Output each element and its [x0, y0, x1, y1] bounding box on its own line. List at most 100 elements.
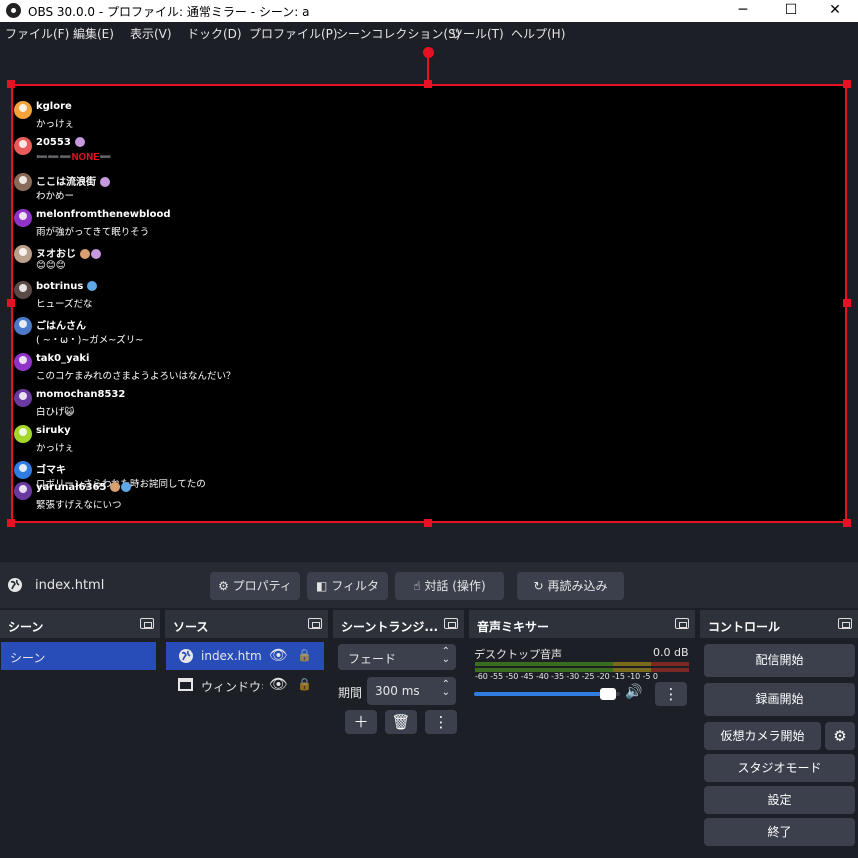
- settings-button[interactable]: 設定: [704, 786, 855, 814]
- scene-transitions-dock: シーントランジ... フェード ⌃ ⌄ 期間 300 ms ⌃ ⌄ ＋ 🗑 ⋮: [333, 610, 464, 858]
- close-button[interactable]: ✕: [812, 0, 858, 22]
- menu-file[interactable]: ファイル(F): [5, 25, 69, 42]
- resize-handle-bottom-left[interactable]: [7, 519, 15, 527]
- rotation-handle[interactable]: [423, 47, 434, 58]
- selection-bounding-box[interactable]: [11, 84, 847, 523]
- duration-value: 300 ms: [375, 684, 420, 698]
- audio-channel-name: デスクトップ音声: [474, 648, 562, 661]
- eye-visibility-icon[interactable]: 👁: [269, 646, 288, 664]
- dock-title: シーントランジ...: [341, 620, 439, 634]
- duration-label: 期間: [338, 686, 363, 700]
- source-item[interactable]: ウィンドウキ 👁 🔒: [166, 671, 324, 699]
- dock-title: コントロール: [708, 620, 781, 634]
- undock-icon[interactable]: [444, 618, 458, 629]
- filter-icon: ◧: [316, 579, 328, 593]
- sources-dock: ソース index.htm 👁 🔒 ウィンドウキ 👁 🔒: [165, 610, 328, 858]
- transition-select[interactable]: フェード ⌃ ⌄: [338, 644, 456, 670]
- scenes-dock: シーン シーン: [0, 610, 160, 858]
- properties-label: プロパティ: [232, 579, 292, 593]
- refresh-label: 再読み込み: [547, 579, 608, 593]
- resize-handle-top[interactable]: [424, 80, 432, 88]
- scale-tick: -35: [551, 672, 564, 681]
- scale-tick: -10: [627, 672, 641, 681]
- menu-help[interactable]: ヘルプ(H): [511, 25, 565, 42]
- start-virtual-camera-button[interactable]: 仮想カメラ開始: [704, 722, 821, 750]
- resize-handle-top-left[interactable]: [7, 80, 15, 88]
- transitions-dock-header: シーントランジ...: [333, 610, 464, 638]
- audio-level-readout: 0.0 dB: [653, 646, 689, 659]
- undock-icon[interactable]: [675, 618, 689, 629]
- undock-icon[interactable]: [308, 618, 322, 629]
- volume-slider[interactable]: [474, 688, 620, 700]
- browser-source-icon: [179, 649, 193, 663]
- scale-tick: -25: [581, 672, 595, 681]
- menu-profile[interactable]: プロファイル(P): [249, 25, 338, 42]
- dock-title: ソース: [173, 620, 209, 634]
- resize-handle-bottom[interactable]: [424, 519, 432, 527]
- scale-tick: -40: [535, 672, 549, 681]
- sources-dock-header: ソース: [165, 610, 328, 638]
- menu-view[interactable]: 表示(V): [130, 25, 172, 42]
- obs-logo-icon: [6, 3, 21, 18]
- interact-button[interactable]: ☝ 対話 (操作): [395, 572, 504, 600]
- scale-tick: -60: [475, 672, 488, 681]
- menu-dock[interactable]: ドック(D): [187, 25, 242, 42]
- menu-scene-collection[interactable]: シーンコレクション(S): [336, 25, 460, 42]
- duration-spinbox[interactable]: 300 ms ⌃ ⌄: [367, 677, 456, 705]
- dock-title: 音声ミキサー: [477, 620, 550, 634]
- undock-icon[interactable]: [838, 618, 852, 629]
- menu-tools[interactable]: ツール(T): [451, 25, 504, 42]
- speaker-volume-icon[interactable]: 🔊: [625, 684, 642, 700]
- undock-icon[interactable]: [140, 618, 154, 629]
- window-capture-icon: [178, 678, 193, 691]
- source-name: index.htm: [201, 649, 262, 663]
- browser-source-icon: [8, 578, 22, 592]
- menu-bar: ファイル(F) 編集(E) 表示(V) ドック(D) プロファイル(P) シーン…: [0, 22, 858, 44]
- more-options-icon[interactable]: ⋮: [425, 710, 457, 734]
- scene-item[interactable]: シーン: [1, 642, 156, 670]
- controls-dock: コントロール 配信開始 録画開始 仮想カメラ開始 ⚙ スタジオモード 設定 終了: [700, 610, 858, 858]
- scale-tick: -20: [596, 672, 610, 681]
- lock-icon[interactable]: 🔒: [297, 677, 312, 691]
- filters-button[interactable]: ◧ フィルタ: [307, 572, 388, 600]
- transitions-body: フェード ⌃ ⌄ 期間 300 ms ⌃ ⌄ ＋ 🗑 ⋮: [333, 638, 464, 858]
- scale-tick: -5: [642, 672, 651, 681]
- source-name: ウィンドウキ: [201, 680, 263, 694]
- selected-source-name: index.html: [35, 578, 105, 593]
- controls-dock-header: コントロール: [700, 610, 858, 638]
- minimize-button[interactable]: ─: [720, 0, 766, 22]
- add-transition-button[interactable]: ＋: [345, 710, 377, 734]
- start-streaming-button[interactable]: 配信開始: [704, 644, 855, 677]
- level-meter-red: [651, 662, 689, 666]
- resize-handle-bottom-right[interactable]: [843, 519, 851, 527]
- source-item[interactable]: index.htm 👁 🔒: [166, 642, 324, 670]
- resize-handle-top-right[interactable]: [843, 80, 851, 88]
- level-meter-green: [475, 662, 613, 666]
- scale-tick: 0: [652, 672, 658, 681]
- updown-chevron-icon: ⌃ ⌄: [441, 679, 450, 698]
- studio-mode-button[interactable]: スタジオモード: [704, 754, 855, 782]
- filters-label: フィルタ: [331, 579, 379, 593]
- properties-button[interactable]: ⚙ プロパティ: [210, 572, 300, 600]
- scale-tick: -55: [490, 672, 504, 681]
- delete-trash-icon[interactable]: 🗑: [385, 710, 417, 734]
- scenes-dock-header: シーン: [0, 610, 160, 638]
- volume-slider-handle[interactable]: [599, 688, 616, 700]
- exit-button[interactable]: 終了: [704, 818, 855, 846]
- updown-chevron-icon: ⌃ ⌄: [441, 646, 450, 665]
- resize-handle-right[interactable]: [843, 299, 851, 307]
- start-recording-button[interactable]: 録画開始: [704, 683, 855, 716]
- lock-icon[interactable]: 🔒: [297, 648, 312, 662]
- refresh-button[interactable]: ↻ 再読み込み: [517, 572, 624, 600]
- more-options-icon[interactable]: ⋮: [655, 682, 687, 706]
- transition-value: フェード: [348, 652, 397, 666]
- volume-slider-fill: [474, 692, 616, 696]
- maximize-button[interactable]: ☐: [768, 0, 814, 22]
- virtual-camera-settings-gear-icon[interactable]: ⚙: [825, 722, 855, 750]
- resize-handle-left[interactable]: [7, 299, 15, 307]
- scale-tick: -50: [505, 672, 519, 681]
- eye-visibility-icon[interactable]: 👁: [269, 675, 288, 693]
- mixer-dock-header: 音声ミキサー: [469, 610, 695, 638]
- menu-edit[interactable]: 編集(E): [73, 25, 114, 42]
- sources-list: index.htm 👁 🔒 ウィンドウキ 👁 🔒: [165, 638, 328, 858]
